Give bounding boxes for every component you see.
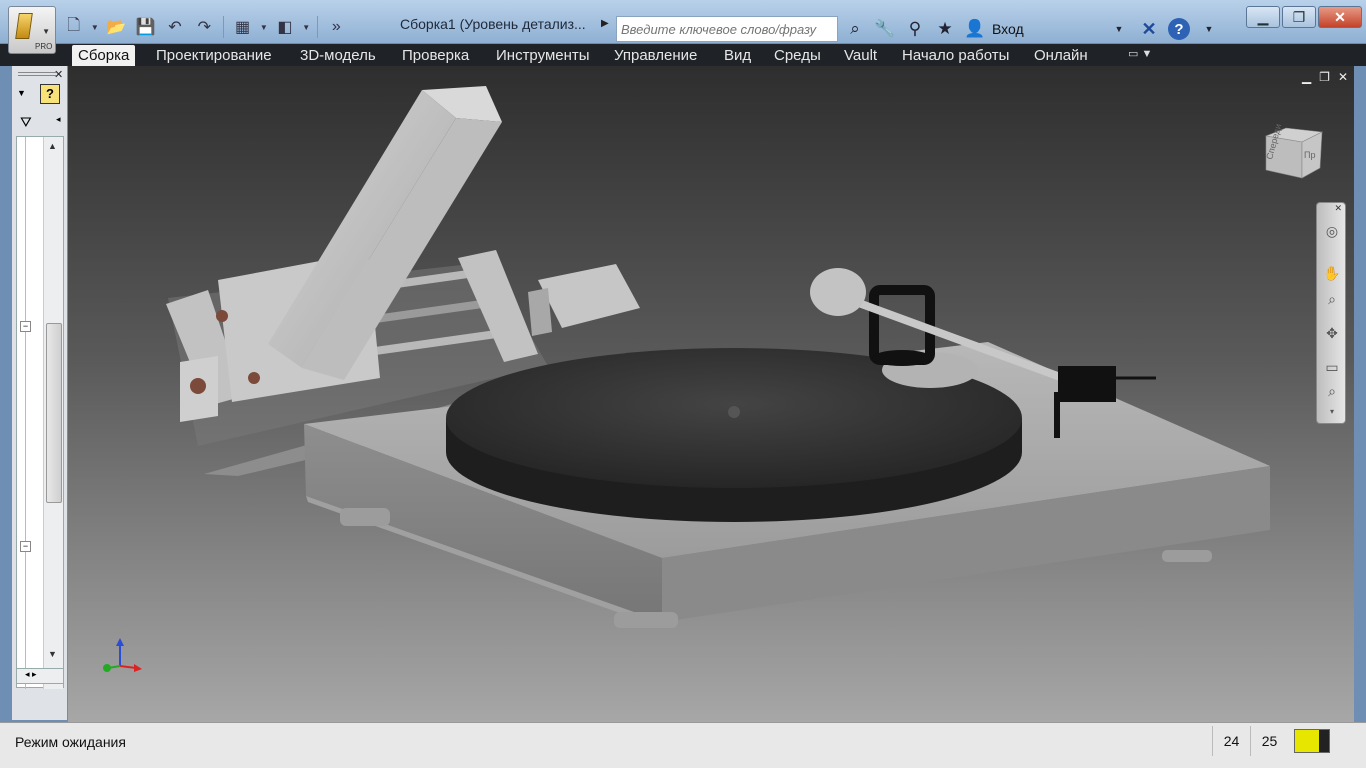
- tree-collapse-node[interactable]: −: [20, 541, 31, 552]
- search-expand-icon[interactable]: ▶: [601, 18, 615, 40]
- assembly-model-render: [166, 86, 1270, 628]
- status-counters: 24 25: [1212, 723, 1330, 759]
- model-browser-pane: ✕ ▼ ? ⛛ ◂ − − ▲ ▼ ◂ ▸: [12, 66, 68, 720]
- tab-assembly[interactable]: Сборка: [72, 45, 136, 66]
- help-button[interactable]: ?: [1166, 16, 1192, 42]
- browser-dropdown-icon[interactable]: ▼: [17, 88, 26, 98]
- login-button[interactable]: Вход: [992, 21, 1102, 37]
- tab-manage[interactable]: Управление: [608, 45, 703, 66]
- search-field[interactable]: [616, 16, 838, 42]
- axis-triad-icon: [103, 638, 142, 672]
- steering-wheel-icon[interactable]: ◎: [1322, 223, 1342, 243]
- orbit-icon[interactable]: ✥: [1322, 325, 1342, 345]
- occurrence-count: 24: [1212, 726, 1250, 756]
- exchange-icon[interactable]: ✕: [1136, 16, 1162, 42]
- tab-inspect[interactable]: Проверка: [396, 45, 475, 66]
- viewcube-widget[interactable]: Спереди Пр: [1262, 124, 1324, 180]
- pane-close-icon[interactable]: ✕: [54, 68, 63, 81]
- zoom-all-icon[interactable]: ⌕: [1322, 383, 1342, 403]
- appearance-dropdown-icon[interactable]: ▼: [301, 13, 312, 41]
- ribbon-options-icon[interactable]: ▭ ▼: [1128, 47, 1152, 60]
- new-dropdown-icon[interactable]: ▼: [89, 13, 100, 41]
- status-bar: Режим ожидания 24 25: [0, 722, 1366, 768]
- help-icon: ?: [1168, 18, 1190, 40]
- scroll-up-icon[interactable]: ▲: [48, 141, 57, 151]
- star-icon[interactable]: ★: [932, 16, 958, 42]
- tab-online[interactable]: Онлайн: [1028, 45, 1094, 66]
- look-at-icon[interactable]: ▭: [1322, 359, 1342, 379]
- navbar-options-icon[interactable]: ▾: [1322, 407, 1342, 427]
- navigation-bar: ✕ ◎ ✋ ⌕ ✥ ▭ ⌕ ▾: [1316, 202, 1346, 424]
- quick-access-toolbar: 🗋 ▼ 📂 💾 ↶ ↷ ▦ ▼ ◧ ▼ »: [60, 12, 350, 42]
- zoom-icon[interactable]: ⌕: [1322, 291, 1342, 311]
- browser-horizontal-scrollbar[interactable]: ◂ ▸: [16, 668, 64, 684]
- pane-grip[interactable]: [18, 72, 56, 76]
- document-title: Сборка1 (Уровень детализ...: [400, 16, 586, 32]
- wrench-icon[interactable]: 🔧: [872, 16, 898, 42]
- undo-icon[interactable]: ↶: [161, 13, 188, 41]
- tab-view[interactable]: Вид: [718, 45, 757, 66]
- scroll-down-icon[interactable]: ▼: [48, 649, 57, 659]
- tab-tools[interactable]: Инструменты: [490, 45, 596, 66]
- satellite-icon[interactable]: ⚲: [902, 16, 928, 42]
- toolbar-separator: [316, 16, 318, 38]
- memory-indicator: [1294, 729, 1330, 753]
- binoculars-icon[interactable]: ⌕: [842, 16, 868, 42]
- help-dropdown-icon[interactable]: ▼: [1196, 16, 1222, 42]
- tab-vault[interactable]: Vault: [838, 45, 883, 66]
- inventor-logo-icon: [15, 13, 33, 39]
- minimize-button[interactable]: ▁: [1246, 6, 1280, 28]
- appearance-icon[interactable]: ◧: [271, 13, 298, 41]
- tab-design[interactable]: Проектирование: [150, 45, 278, 66]
- graphics-viewport[interactable]: ▁ ❐ ✕ Спереди Пр ✕ ◎ ✋ ⌕ ✥ ▭ ⌕ ▾: [68, 66, 1354, 722]
- scrollbar-thumb[interactable]: [46, 323, 62, 503]
- material-icon[interactable]: ▦: [229, 13, 256, 41]
- maximize-button[interactable]: ❐: [1282, 6, 1316, 28]
- save-icon[interactable]: 💾: [132, 13, 159, 41]
- browser-tree: − − ▲ ▼: [16, 136, 64, 689]
- tab-get-started[interactable]: Начало работы: [896, 45, 1015, 66]
- tree-collapse-node[interactable]: −: [20, 321, 31, 332]
- app-menu-dropdown-icon: ▼: [42, 27, 50, 36]
- new-icon[interactable]: 🗋: [60, 13, 87, 41]
- header-tools: ⌕ 🔧 ⚲ ★ 👤 Вход ▼ ✕ ? ▼: [842, 16, 1222, 42]
- search-input[interactable]: [621, 22, 833, 37]
- more-icon[interactable]: »: [323, 13, 350, 41]
- window-controls: ▁ ❐ ✕: [1246, 6, 1362, 28]
- navbar-close-icon[interactable]: ✕: [1334, 203, 1342, 214]
- browser-help-icon[interactable]: ?: [40, 84, 60, 104]
- redo-icon[interactable]: ↷: [191, 13, 218, 41]
- login-dropdown-icon[interactable]: ▼: [1106, 16, 1132, 42]
- application-menu-button[interactable]: PRO ▼: [8, 6, 56, 54]
- tab-environments[interactable]: Среды: [768, 45, 827, 66]
- pan-icon[interactable]: ✋: [1322, 265, 1342, 285]
- edition-label: PRO: [35, 42, 53, 51]
- toolbar-separator: [223, 16, 224, 38]
- pane-collapse-icon[interactable]: ◂: [56, 114, 61, 125]
- status-message: Режим ожидания: [15, 734, 126, 750]
- user-icon[interactable]: 👤: [962, 16, 988, 42]
- close-button[interactable]: ✕: [1318, 6, 1362, 28]
- filter-icon[interactable]: ⛛: [20, 114, 32, 131]
- open-icon[interactable]: 📂: [102, 13, 129, 41]
- viewcube-right-label: Пр: [1304, 150, 1315, 160]
- open-documents-count: 25: [1250, 726, 1288, 756]
- browser-vertical-scrollbar[interactable]: ▲ ▼: [43, 137, 63, 689]
- material-dropdown-icon[interactable]: ▼: [258, 13, 269, 41]
- tab-3d-model[interactable]: 3D-модель: [294, 45, 382, 66]
- title-bar: 🗋 ▼ 📂 💾 ↶ ↷ ▦ ▼ ◧ ▼ » Сборка1 (Уровень д…: [0, 0, 1366, 44]
- ribbon-tab-bar: Сборка Проектирование 3D-модель Проверка…: [0, 44, 1366, 66]
- tree-line: [25, 137, 26, 689]
